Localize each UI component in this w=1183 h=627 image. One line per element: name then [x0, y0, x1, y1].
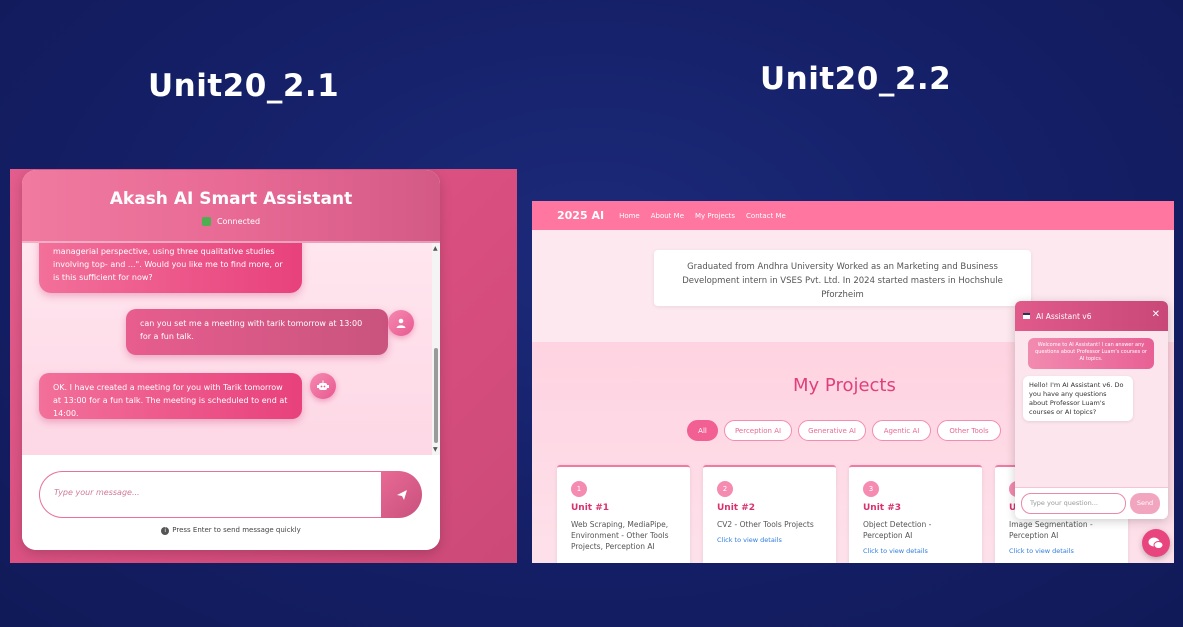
chat-bubbles-icon	[1148, 537, 1164, 549]
card-unit-title: Unit #2	[717, 503, 756, 513]
assistant-input-area: Type your question... Send	[1015, 487, 1168, 519]
user-avatar-icon	[388, 310, 414, 336]
card-unit-title: Unit #3	[863, 503, 902, 513]
brand-logo[interactable]: 2025 AI	[557, 209, 604, 222]
card-details-link[interactable]: Click to view details	[1009, 547, 1114, 555]
left-app-screenshot: Akash AI Smart Assistant Connected manag…	[10, 169, 517, 563]
nav-home[interactable]: Home	[619, 212, 640, 220]
message-input[interactable]: Type your message...	[39, 471, 384, 518]
card-number: 3	[863, 481, 879, 497]
project-card[interactable]: 3 Unit #3 Object Detection - Perception …	[849, 465, 982, 563]
filter-perception-ai[interactable]: Perception AI	[724, 420, 792, 441]
message-list[interactable]: managerial perspective, using three qual…	[22, 243, 432, 455]
right-screenshot-title: Unit20_2.2	[760, 61, 952, 97]
info-icon: i	[161, 527, 170, 535]
send-button[interactable]: Send	[1130, 493, 1160, 514]
card-unit-title: Unit #1	[571, 503, 610, 513]
filter-other-tools[interactable]: Other Tools	[937, 420, 1001, 441]
robot-avatar-icon	[310, 373, 336, 399]
bot-message: OK. I have created a meeting for you wit…	[39, 373, 302, 419]
chat-scrollbar[interactable]: ▲ ▼	[432, 243, 440, 455]
status-label: Connected	[216, 217, 261, 226]
navbar: 2025 AI Home About Me My Projects Contac…	[532, 201, 1174, 230]
send-icon	[396, 489, 407, 500]
card-details-link[interactable]: Click to view details	[717, 536, 822, 544]
user-message: can you set me a meeting with tarik tomo…	[126, 309, 388, 355]
chat-toggle-button[interactable]	[1142, 529, 1170, 557]
connection-status: Connected	[201, 217, 261, 226]
assistant-header: AI Assistant v6 ✕	[1015, 301, 1168, 331]
hint-text: Press Enter to send message quickly	[172, 526, 301, 534]
scroll-down-arrow-icon[interactable]: ▼	[433, 446, 438, 453]
card-number: 1	[571, 481, 587, 497]
about-text: Graduated from Andhra University Worked …	[654, 250, 1031, 306]
send-button[interactable]	[381, 471, 422, 518]
left-screenshot-title: Unit20_2.1	[148, 68, 340, 104]
chat-header: Akash AI Smart Assistant Connected	[22, 170, 440, 243]
card-description: Image Segmentation - Perception AI	[1009, 520, 1093, 540]
nav-contact-me[interactable]: Contact Me	[746, 212, 786, 220]
card-details-link[interactable]: Click to view details	[863, 547, 968, 555]
nav-about-me[interactable]: About Me	[651, 212, 684, 220]
scroll-up-arrow-icon[interactable]: ▲	[433, 245, 438, 252]
card-description: Object Detection - Perception AI	[863, 520, 932, 540]
projects-title: My Projects	[793, 375, 896, 396]
right-app-screenshot: 2025 AI Home About Me My Projects Contac…	[532, 201, 1174, 563]
input-hint: i Press Enter to send message quickly	[22, 526, 440, 535]
status-dot-icon	[201, 217, 211, 226]
chat-title: Akash AI Smart Assistant	[109, 189, 353, 209]
chat-window: Akash AI Smart Assistant Connected manag…	[22, 170, 440, 550]
chat-input-area: Type your message... i Press Enter to sen…	[22, 455, 440, 550]
filter-all[interactable]: All	[687, 420, 718, 441]
filter-agentic-ai[interactable]: Agentic AI	[872, 420, 931, 441]
question-input[interactable]: Type your question...	[1021, 493, 1126, 514]
bot-message: managerial perspective, using three qual…	[39, 243, 302, 293]
card-description: CV2 - Other Tools Projects	[717, 520, 814, 529]
card-description: Web Scraping, MediaPipe, Environment - O…	[571, 520, 669, 551]
filter-generative-ai[interactable]: Generative AI	[798, 420, 866, 441]
assistant-welcome-message: Welcome to AI Assistant! I can answer an…	[1028, 338, 1154, 369]
assistant-title: AI Assistant v6	[1036, 311, 1092, 321]
project-card[interactable]: 1 Unit #1 Web Scraping, MediaPipe, Envir…	[557, 465, 690, 563]
assistant-reply-message: Hello! I'm AI Assistant v6. Do you have …	[1023, 376, 1133, 421]
ai-assistant-widget: AI Assistant v6 ✕ Welcome to AI Assistan…	[1015, 301, 1168, 519]
close-icon[interactable]: ✕	[1152, 309, 1160, 320]
scroll-thumb[interactable]	[434, 348, 438, 443]
chat-icon	[1023, 313, 1030, 319]
nav-my-projects[interactable]: My Projects	[695, 212, 735, 220]
card-number: 2	[717, 481, 733, 497]
project-card[interactable]: 2 Unit #2 CV2 - Other Tools Projects Cli…	[703, 465, 836, 563]
